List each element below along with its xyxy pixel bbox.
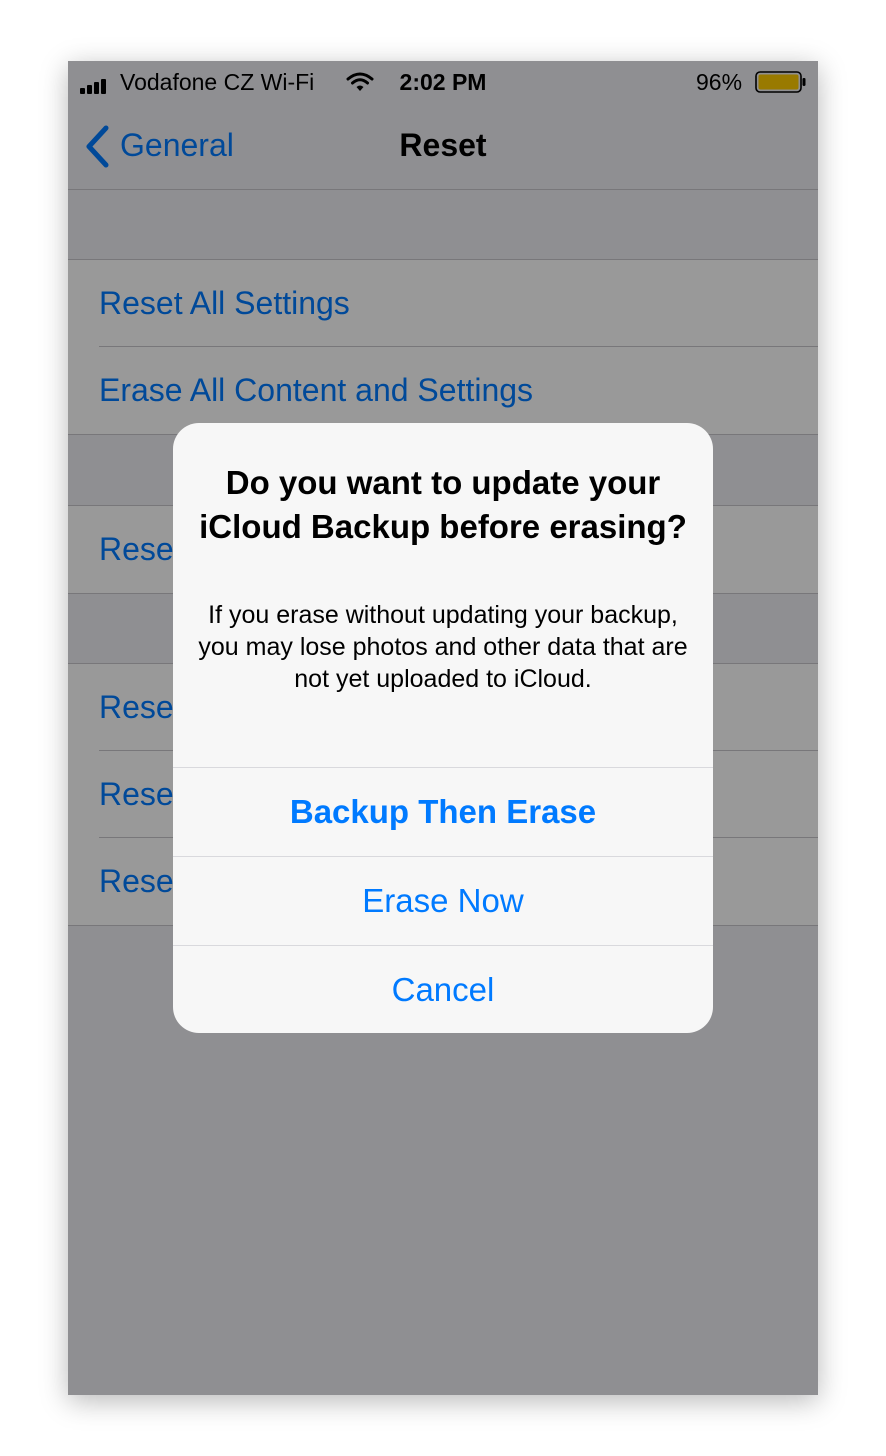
- alert-title: Do you want to update your iCloud Backup…: [199, 464, 687, 545]
- phone-screen: Vodafone CZ Wi-Fi 2:02 PM 96% General Re…: [68, 61, 818, 1395]
- erase-now-button[interactable]: Erase Now: [173, 856, 713, 945]
- alert-dialog: Do you want to update your iCloud Backup…: [173, 423, 713, 1033]
- cancel-button[interactable]: Cancel: [173, 945, 713, 1033]
- alert-message: If you erase without updating your backu…: [198, 601, 688, 693]
- backup-then-erase-button[interactable]: Backup Then Erase: [173, 767, 713, 856]
